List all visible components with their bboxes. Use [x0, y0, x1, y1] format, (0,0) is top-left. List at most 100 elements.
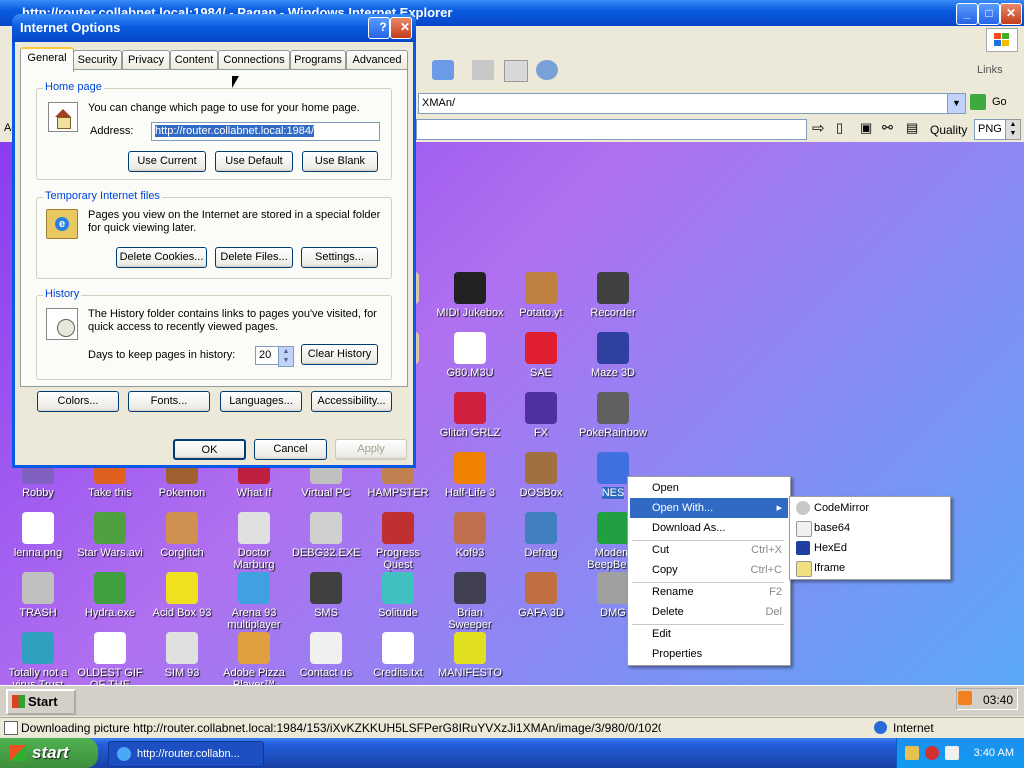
- desktop-icon[interactable]: MIDI Jukebox: [436, 272, 504, 319]
- tab-general[interactable]: General: [20, 47, 74, 72]
- menu-item-copy[interactable]: Copy Ctrl+C: [630, 560, 788, 580]
- desktop-icon[interactable]: DOSBox: [507, 452, 575, 499]
- menu-item-open-with[interactable]: Open With... ▸: [630, 498, 788, 518]
- fonts-button[interactable]: Fonts...: [128, 391, 210, 412]
- taskbar-ie-window[interactable]: http://router.collabn...: [108, 741, 264, 767]
- submenu-item-base64[interactable]: base64: [792, 518, 948, 538]
- desktop-icon[interactable]: Solitude: [364, 572, 432, 619]
- menu-item-edit[interactable]: Edit: [630, 624, 788, 644]
- messenger-icon[interactable]: [536, 60, 558, 80]
- menu-item-open[interactable]: Open: [630, 478, 788, 498]
- image-icon[interactable]: ▣: [860, 120, 872, 136]
- desktop-icon[interactable]: SMS: [292, 572, 360, 619]
- desktop-icon[interactable]: Glitch GRLZ: [436, 392, 504, 439]
- use-current-button[interactable]: Use Current: [128, 151, 206, 172]
- submenu-item-codemirror[interactable]: CodeMirror: [792, 498, 948, 518]
- dialog-close-button[interactable]: ✕: [390, 17, 412, 39]
- desktop-icon[interactable]: Contact us: [292, 632, 360, 679]
- tab-connections[interactable]: Connections: [218, 50, 290, 70]
- address-input[interactable]: XMAn/: [418, 93, 951, 114]
- close-button[interactable]: ✕: [1000, 3, 1022, 25]
- desktop-icon[interactable]: Kof93: [436, 512, 504, 559]
- desktop-icon[interactable]: Totally not a virus.Trust: [4, 632, 72, 685]
- security-shield-icon[interactable]: [925, 746, 939, 760]
- menu-item-download-as[interactable]: Download As...: [630, 518, 788, 538]
- colors-button[interactable]: Colors...: [37, 391, 119, 412]
- apply-button[interactable]: Apply: [335, 439, 407, 460]
- desktop-icon[interactable]: Hydra.exe: [76, 572, 144, 619]
- use-default-button[interactable]: Use Default: [215, 151, 293, 172]
- help-button[interactable]: ?: [368, 17, 390, 39]
- cancel-button[interactable]: Cancel: [254, 439, 327, 460]
- ok-button[interactable]: OK: [173, 439, 246, 460]
- edit-icon[interactable]: [504, 60, 528, 82]
- desktop-icon[interactable]: lenna.png: [4, 512, 72, 559]
- tab-privacy[interactable]: Privacy: [122, 50, 170, 70]
- volume-icon[interactable]: [945, 746, 959, 760]
- print-icon[interactable]: [472, 60, 494, 80]
- desktop-icon[interactable]: Star Wars.avi: [76, 512, 144, 559]
- desktop-icon[interactable]: MANIFESTO: [436, 632, 504, 679]
- menu-item-rename[interactable]: Rename F2: [630, 582, 788, 602]
- tab-advanced[interactable]: Advanced: [346, 50, 408, 70]
- ext-input[interactable]: [416, 119, 807, 140]
- desktop-icon[interactable]: Recorder: [579, 272, 647, 319]
- mail-icon[interactable]: [432, 60, 454, 80]
- page-start-button[interactable]: Start: [6, 689, 76, 715]
- delete-cookies-button[interactable]: Delete Cookies...: [116, 247, 207, 268]
- days-spinner-icon[interactable]: ▲ ▼: [278, 346, 294, 367]
- languages-button[interactable]: Languages...: [220, 391, 302, 412]
- desktop-icon[interactable]: FX: [507, 392, 575, 439]
- submenu-item-iframe[interactable]: Iframe: [792, 558, 948, 578]
- desktop-icon[interactable]: Acid Box 93: [148, 572, 216, 619]
- desktop-icon[interactable]: Progress Quest: [364, 512, 432, 571]
- xp-start-button[interactable]: start: [0, 738, 98, 768]
- desktop-icon[interactable]: DEBG32.EXE: [292, 512, 360, 559]
- clear-history-button[interactable]: Clear History: [301, 344, 378, 365]
- desktop-icon[interactable]: PokeRainbow: [579, 392, 647, 439]
- desktop-icon[interactable]: Brian Sweeper: [436, 572, 504, 631]
- desktop-icon[interactable]: Arena 93 multiplayer: [220, 572, 288, 631]
- clipboard-icon[interactable]: ▤: [906, 120, 918, 136]
- desktop-icon[interactable]: OLDEST GIF OF THE: [76, 632, 144, 685]
- desktop-icon[interactable]: G80.M3U: [436, 332, 504, 379]
- menu-item-cut[interactable]: Cut Ctrl+X: [630, 540, 788, 560]
- forward-arrow-icon[interactable]: ⇨: [812, 119, 825, 137]
- desktop-icon[interactable]: Corglitch: [148, 512, 216, 559]
- quality-spinner-icon[interactable]: ▲ ▼: [1005, 119, 1021, 140]
- tab-programs[interactable]: Programs: [290, 50, 346, 70]
- desktop-icon[interactable]: Adobe Pizza Player™: [220, 632, 288, 685]
- menu-item-delete[interactable]: Delete Del: [630, 602, 788, 622]
- binoculars-icon[interactable]: ⚯: [882, 120, 893, 136]
- address-dropdown-icon[interactable]: ▼: [947, 93, 966, 114]
- maximize-button[interactable]: □: [978, 3, 1000, 25]
- desktop-icon[interactable]: SIM 93: [148, 632, 216, 679]
- tab-security[interactable]: Security: [73, 50, 122, 70]
- desktop-icon[interactable]: Potato.yt: [507, 272, 575, 319]
- desktop-icon[interactable]: GAFA 3D: [507, 572, 575, 619]
- desktop-icon[interactable]: Credits.txt: [364, 632, 432, 679]
- desktop-icon[interactable]: Doctor Marburg: [220, 512, 288, 571]
- menu-item-properties[interactable]: Properties: [630, 644, 788, 664]
- desktop-icon[interactable]: Maze 3D: [579, 332, 647, 379]
- links-label[interactable]: Links: [977, 64, 1003, 76]
- minimize-button[interactable]: _: [956, 3, 978, 25]
- go-label[interactable]: Go: [992, 96, 1007, 108]
- dialog-title-bar[interactable]: Internet Options ? ✕: [12, 14, 416, 42]
- desktop-icon[interactable]: TRASH: [4, 572, 72, 619]
- bookmark-icon[interactable]: ▯: [836, 120, 843, 136]
- delete-files-button[interactable]: Delete Files...: [215, 247, 293, 268]
- use-blank-button[interactable]: Use Blank: [302, 151, 378, 172]
- submenu-item-hexed[interactable]: HexEd: [792, 538, 948, 558]
- go-arrow-icon[interactable]: [970, 94, 986, 110]
- desktop-icon[interactable]: Half-Life 3: [436, 452, 504, 499]
- desktop-icon[interactable]: Defrag: [507, 512, 575, 559]
- accessibility-button[interactable]: Accessibility...: [311, 391, 392, 412]
- settings-button[interactable]: Settings...: [301, 247, 378, 268]
- quality-select[interactable]: PNG: [974, 119, 1007, 140]
- tray-app-icon[interactable]: [905, 746, 919, 760]
- temp-files-group-label: Temporary Internet files: [43, 190, 162, 202]
- desktop-icon[interactable]: SAE: [507, 332, 575, 379]
- tab-content[interactable]: Content: [170, 50, 218, 70]
- home-address-input[interactable]: http://router.collabnet.local:1984/: [151, 122, 380, 141]
